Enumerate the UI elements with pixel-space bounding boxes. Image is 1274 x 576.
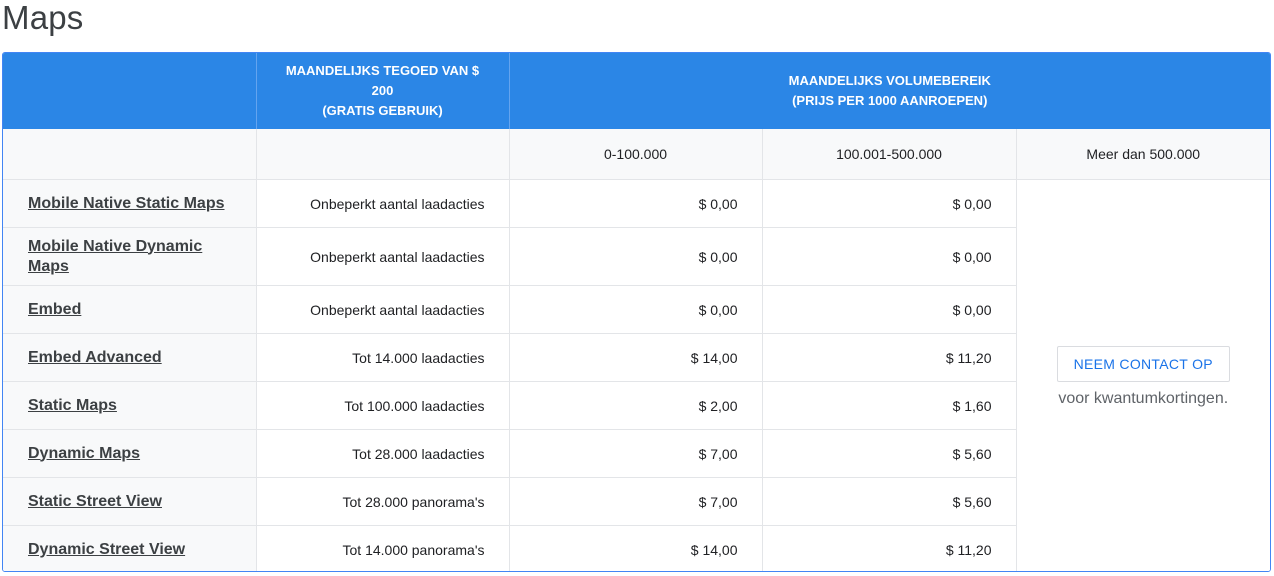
tier-100001-500000: 100.001-500.000 — [761, 129, 1016, 180]
price-tier1-cell: $ 14,00 — [508, 525, 762, 571]
contact-note: voor kwantumkortingen. — [1058, 389, 1229, 407]
header-empty-cell — [3, 53, 256, 129]
product-link[interactable]: Mobile Native Static Maps — [28, 195, 225, 212]
header-credit-title: MAANDELIJKS TEGOED VAN $ 200 — [285, 63, 480, 98]
price-tier1-cell: $ 14,00 — [508, 333, 762, 382]
price-tier1-cell: $ 2,00 — [508, 381, 762, 430]
price-tier1-cell: $ 7,00 — [508, 477, 762, 526]
product-link[interactable]: Dynamic Street View — [28, 541, 185, 558]
header-volume-range: MAANDELIJKS VOLUMEBEREIK (PRIJS PER 1000… — [508, 53, 1270, 129]
tier-over-500000: Meer dan 500.000 — [1015, 129, 1270, 180]
price-tier2-cell: $ 1,60 — [761, 381, 1016, 430]
credit-cell: Onbeperkt aantal laadacties — [255, 227, 509, 286]
credit-cell: Tot 28.000 laadacties — [255, 429, 509, 478]
page-title: Maps — [2, 0, 84, 36]
header-volume-title: MAANDELIJKS VOLUMEBEREIK — [788, 73, 991, 88]
price-tier1-cell: $ 7,00 — [508, 429, 762, 478]
tier-0-100000: 0-100.000 — [508, 129, 762, 180]
credit-cell: Onbeperkt aantal laadacties — [255, 285, 509, 334]
price-tier2-cell: $ 0,00 — [761, 227, 1016, 286]
table-row: Mobile Native Static Maps Onbeperkt aant… — [3, 179, 1270, 571]
header-volume-subtitle: (PRIJS PER 1000 AANROEPEN) — [792, 93, 988, 108]
header-credit-subtitle: (GRATIS GEBRUIK) — [322, 103, 443, 118]
product-link[interactable]: Dynamic Maps — [28, 445, 140, 462]
price-tier2-cell: $ 11,20 — [761, 525, 1016, 571]
credit-cell: Tot 14.000 panorama's — [255, 525, 509, 571]
tier-empty-cell — [3, 129, 256, 180]
credit-cell: Tot 28.000 panorama's — [255, 477, 509, 526]
tier-row: 0-100.000 100.001-500.000 Meer dan 500.0… — [3, 129, 1270, 180]
product-link[interactable]: Embed Advanced — [28, 349, 162, 366]
product-link[interactable]: Static Maps — [28, 397, 117, 414]
credit-cell: Tot 14.000 laadacties — [255, 333, 509, 382]
tier-empty-cell — [255, 129, 509, 180]
credit-cell: Tot 100.000 laadacties — [255, 381, 509, 430]
contact-button[interactable]: NEEM CONTACT OP — [1056, 345, 1230, 382]
price-tier1-cell: $ 0,00 — [508, 285, 762, 334]
pricing-table: MAANDELIJKS TEGOED VAN $ 200 (GRATIS GEB… — [2, 52, 1271, 572]
product-link[interactable]: Mobile Native Dynamic Maps — [28, 238, 202, 275]
price-tier2-cell: $ 11,20 — [761, 333, 1016, 382]
header-monthly-credit: MAANDELIJKS TEGOED VAN $ 200 (GRATIS GEB… — [255, 53, 509, 129]
price-tier1-cell: $ 0,00 — [508, 227, 762, 286]
product-link[interactable]: Static Street View — [28, 493, 162, 510]
credit-cell: Onbeperkt aantal laadacties — [255, 179, 509, 228]
contact-cell: NEEM CONTACT OP voor kwantumkortingen. — [1015, 179, 1270, 571]
price-tier2-cell: $ 5,60 — [761, 429, 1016, 478]
price-tier2-cell: $ 0,00 — [761, 179, 1016, 228]
price-tier1-cell: $ 0,00 — [508, 179, 762, 228]
product-link[interactable]: Embed — [28, 301, 81, 318]
price-tier2-cell: $ 5,60 — [761, 477, 1016, 526]
price-tier2-cell: $ 0,00 — [761, 285, 1016, 334]
